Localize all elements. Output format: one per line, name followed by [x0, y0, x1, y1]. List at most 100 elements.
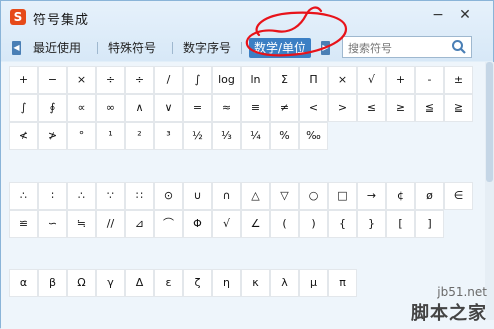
symbol-cell[interactable]: ∈	[444, 182, 473, 210]
tab-recent[interactable]: 最近使用	[33, 38, 81, 58]
search-icon[interactable]	[451, 39, 467, 55]
symbol-cell[interactable]: //	[96, 210, 125, 238]
symbol-cell[interactable]: ≒	[67, 210, 96, 238]
symbol-cell[interactable]: Π	[299, 66, 328, 94]
watermark: jb51.net 脚本之家	[411, 285, 487, 325]
symbol-cell[interactable]: ≦	[415, 94, 444, 122]
symbol-cell[interactable]: ‰	[299, 122, 328, 150]
symbol-cell[interactable]: >	[328, 94, 357, 122]
symbol-cell[interactable]: ¢	[386, 182, 415, 210]
symbol-cell[interactable]: ∩	[212, 182, 241, 210]
symbol-cell[interactable]: ¼	[241, 122, 270, 150]
symbol-cell[interactable]: ≥	[386, 94, 415, 122]
symbol-cell[interactable]: <	[299, 94, 328, 122]
symbol-cell[interactable]: ∪	[183, 182, 212, 210]
symbol-cell[interactable]: ≯	[38, 122, 67, 150]
symbol-cell[interactable]: ≤	[357, 94, 386, 122]
symbol-cell[interactable]: π	[328, 269, 357, 297]
symbol-cell[interactable]: log	[212, 66, 241, 94]
symbol-cell[interactable]: ⊿	[125, 210, 154, 238]
symbol-cell[interactable]: Ω	[67, 269, 96, 297]
symbol-cell[interactable]: ⅓	[212, 122, 241, 150]
symbol-cell[interactable]: ×	[328, 66, 357, 94]
symbol-cell[interactable]: /	[154, 66, 183, 94]
symbol-cell[interactable]: ±	[444, 66, 473, 94]
close-button[interactable]: ✕	[453, 6, 477, 24]
symbol-cell[interactable]: ∫	[183, 66, 212, 94]
symbol-cell[interactable]: ≡	[241, 94, 270, 122]
symbol-cell[interactable]: [	[386, 210, 415, 238]
symbol-cell[interactable]: ÷	[125, 66, 154, 94]
symbol-cell[interactable]: %	[270, 122, 299, 150]
symbol-cell[interactable]: ∮	[38, 94, 67, 122]
search-input[interactable]	[346, 38, 454, 59]
symbol-cell[interactable]: ⌒	[154, 210, 183, 238]
symbol-cell[interactable]: ▽	[270, 182, 299, 210]
symbol-cell[interactable]: √	[357, 66, 386, 94]
symbol-cell[interactable]: Φ	[183, 210, 212, 238]
symbol-cell[interactable]: Δ	[125, 269, 154, 297]
symbol-cell[interactable]: ζ	[183, 269, 212, 297]
window-title: 符号集成	[33, 13, 90, 28]
symbol-cell[interactable]: ]	[415, 210, 444, 238]
symbol-cell[interactable]: }	[357, 210, 386, 238]
symbol-cell[interactable]: ∧	[125, 94, 154, 122]
symbol-cell[interactable]: (	[270, 210, 299, 238]
symbol-cell[interactable]: ∫	[9, 94, 38, 122]
symbol-cell[interactable]: -	[415, 66, 444, 94]
symbol-cell[interactable]: □	[328, 182, 357, 210]
symbol-cell[interactable]: ⊙	[154, 182, 183, 210]
tab-math-units[interactable]: 数学/单位	[249, 38, 312, 58]
symbol-cell[interactable]: β	[38, 269, 67, 297]
symbol-cell[interactable]: +	[386, 66, 415, 94]
symbol-cell[interactable]: ∴	[67, 182, 96, 210]
tab-special-symbols[interactable]: 特殊符号	[108, 38, 156, 58]
scrollbar-thumb[interactable]	[486, 62, 493, 182]
symbol-cell[interactable]: ∝	[67, 94, 96, 122]
symbol-cell[interactable]: ²	[125, 122, 154, 150]
symbol-cell[interactable]: α	[9, 269, 38, 297]
symbol-cell[interactable]: ∶	[38, 182, 67, 210]
symbol-cell[interactable]: ○	[299, 182, 328, 210]
symbol-cell[interactable]: ø	[415, 182, 444, 210]
symbol-cell[interactable]: +	[9, 66, 38, 94]
symbol-cell[interactable]: ∨	[154, 94, 183, 122]
symbol-cell[interactable]: ε	[154, 269, 183, 297]
symbol-cell[interactable]: ∵	[96, 182, 125, 210]
symbol-cell[interactable]: △	[241, 182, 270, 210]
symbol-cell[interactable]: →	[357, 182, 386, 210]
symbol-cell[interactable]: ∽	[38, 210, 67, 238]
symbol-cell[interactable]: μ	[299, 269, 328, 297]
symbol-cell[interactable]: ∞	[96, 94, 125, 122]
symbol-cell[interactable]: ln	[241, 66, 270, 94]
symbol-cell[interactable]: ≈	[212, 94, 241, 122]
tab-scroll-left-icon[interactable]: ◀	[12, 41, 21, 55]
symbol-cell[interactable]: =	[183, 94, 212, 122]
symbol-cell[interactable]: {	[328, 210, 357, 238]
symbol-cell[interactable]: Σ	[270, 66, 299, 94]
symbol-cell[interactable]: ∴	[9, 182, 38, 210]
symbol-cell[interactable]: )	[299, 210, 328, 238]
symbol-cell[interactable]: ÷	[96, 66, 125, 94]
scrollbar[interactable]	[485, 62, 494, 320]
symbol-cell[interactable]: ≮	[9, 122, 38, 150]
minimize-button[interactable]: −	[426, 6, 450, 24]
symbol-cell[interactable]: ∷	[125, 182, 154, 210]
symbol-cell[interactable]: ≧	[444, 94, 473, 122]
symbol-cell[interactable]: ≠	[270, 94, 299, 122]
symbol-cell[interactable]: γ	[96, 269, 125, 297]
tab-number-sequence[interactable]: 数字序号	[183, 38, 231, 58]
symbol-cell[interactable]: √	[212, 210, 241, 238]
symbol-cell[interactable]: ≌	[9, 210, 38, 238]
symbol-cell[interactable]: ¹	[96, 122, 125, 150]
symbol-cell[interactable]: ×	[67, 66, 96, 94]
tab-scroll-right-icon[interactable]: ▶	[321, 41, 330, 55]
symbol-cell[interactable]: ∠	[241, 210, 270, 238]
symbol-cell[interactable]: η	[212, 269, 241, 297]
symbol-cell[interactable]: ½	[183, 122, 212, 150]
symbol-cell[interactable]: ³	[154, 122, 183, 150]
symbol-cell[interactable]: κ	[241, 269, 270, 297]
symbol-cell[interactable]: °	[67, 122, 96, 150]
symbol-cell[interactable]: −	[38, 66, 67, 94]
symbol-cell[interactable]: λ	[270, 269, 299, 297]
